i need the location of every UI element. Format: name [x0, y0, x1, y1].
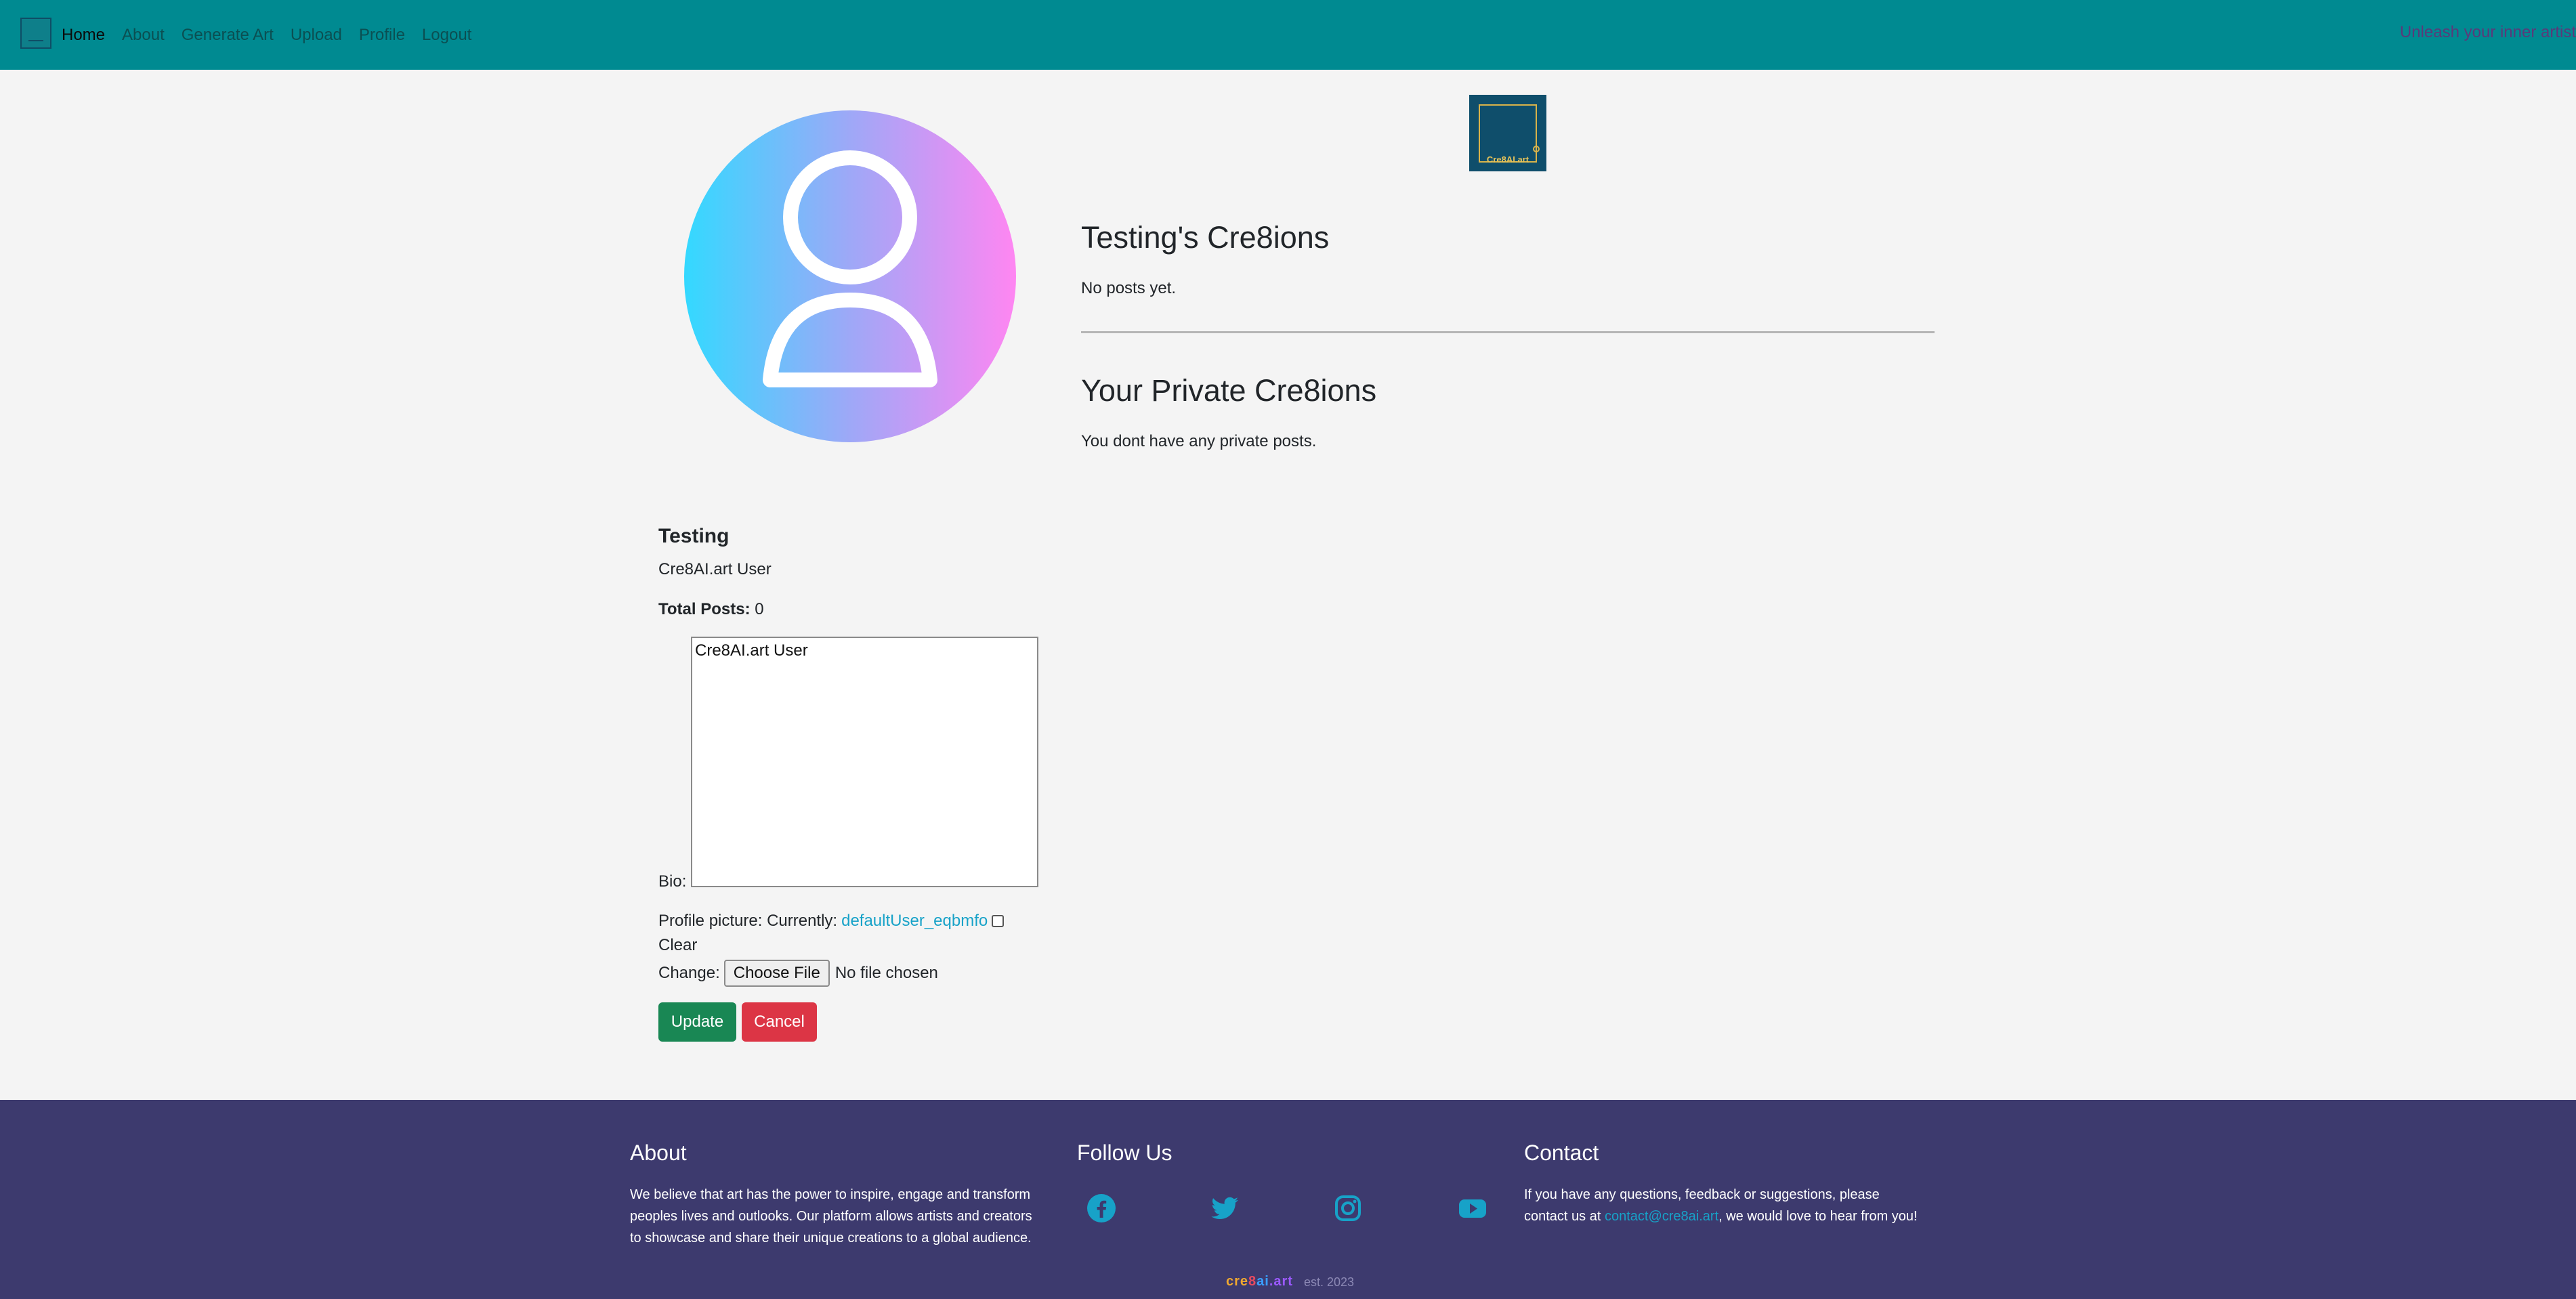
private-empty: You dont have any private posts.	[1081, 432, 1317, 450]
contact-email-link[interactable]: contact@cre8ai.art	[1605, 1209, 1718, 1224]
user-subtitle: Cre8AI.art User	[658, 560, 772, 578]
username: Testing	[658, 525, 730, 547]
profile-picture-link[interactable]: defaultUser_eqbmfo	[841, 912, 988, 931]
footer-about-text: We believe that art has the power to ins…	[630, 1184, 1032, 1249]
logo-dot-icon	[1533, 146, 1540, 152]
site-logo: Cre8AI.art	[1469, 95, 1546, 171]
update-button[interactable]: Update	[658, 1002, 736, 1042]
choose-file-button[interactable]: Choose File	[723, 960, 830, 987]
divider	[1081, 331, 1935, 333]
footer-brand-logo: cre8ai.art	[1226, 1274, 1293, 1290]
avatar	[684, 110, 1016, 442]
nav-links: Home About Generate Art Upload Profile L…	[62, 0, 471, 70]
cancel-button[interactable]: Cancel	[742, 1002, 817, 1042]
brand-part: 8	[1248, 1274, 1257, 1289]
footer-contact-line: contact us at contact@cre8ai.art, we wou…	[1524, 1206, 1918, 1227]
footer-follow-title: Follow Us	[1077, 1141, 1173, 1165]
total-posts-label: Total Posts:	[658, 600, 751, 618]
private-title: Your Private Cre8ions	[1081, 373, 1377, 408]
brand-part: .art	[1269, 1274, 1293, 1289]
contact-suffix: , we would love to hear from you!	[1718, 1209, 1918, 1224]
clear-label: Clear	[658, 936, 698, 954]
clear-checkbox[interactable]	[992, 915, 1005, 927]
brand-part: cre	[1226, 1274, 1249, 1289]
nav-link-profile[interactable]: Profile	[359, 26, 405, 45]
brand-part: ai	[1257, 1274, 1269, 1289]
posts-title: Testing's Cre8ions	[1081, 220, 1330, 255]
nav-link-logout[interactable]: Logout	[422, 26, 471, 45]
twitter-icon[interactable]	[1210, 1193, 1240, 1223]
navbar: Home About Generate Art Upload Profile L…	[0, 0, 2576, 70]
total-posts: Total Posts: 0	[658, 600, 764, 619]
youtube-icon[interactable]	[1458, 1193, 1487, 1223]
facebook-icon[interactable]	[1086, 1193, 1116, 1223]
footer-about-title: About	[630, 1141, 687, 1165]
instagram-icon[interactable]	[1333, 1193, 1363, 1223]
footer-about-line: to showcase and share their unique creat…	[630, 1231, 1032, 1245]
logo-text: Cre8AI.art	[1486, 154, 1529, 165]
footer-about-line: peoples lives and outlooks. Our platform…	[630, 1209, 1032, 1224]
posts-empty: No posts yet.	[1081, 279, 1177, 297]
file-status: No file chosen	[835, 964, 938, 982]
footer-contact-text: If you have any questions, feedback or s…	[1524, 1184, 1918, 1227]
bio-textarea[interactable]: Cre8AI.art User	[691, 637, 1038, 887]
profile-picture-row: Profile picture: Currently: defaultUser_…	[658, 912, 1005, 931]
contact-prefix: contact us at	[1524, 1209, 1605, 1224]
change-label: Change:	[658, 964, 720, 982]
bio-label: Bio:	[658, 872, 687, 891]
footer-est: est. 2023	[1304, 1275, 1355, 1289]
nav-link-home[interactable]: Home	[62, 26, 105, 45]
logo-icon[interactable]	[20, 18, 51, 49]
footer: About We believe that art has the power …	[0, 1100, 2576, 1299]
nav-link-about[interactable]: About	[122, 26, 165, 45]
profile-picture-label: Profile picture: Currently:	[658, 912, 838, 930]
change-row: Change: Choose File No file chosen	[658, 960, 938, 987]
nav-tagline: Unleash your inner artist	[2399, 23, 2576, 41]
nav-link-upload[interactable]: Upload	[291, 26, 342, 45]
footer-contact-title: Contact	[1524, 1141, 1599, 1165]
total-posts-value: 0	[755, 600, 764, 618]
footer-about-line: We believe that art has the power to ins…	[630, 1187, 1031, 1202]
nav-link-generate-art[interactable]: Generate Art	[182, 26, 274, 45]
footer-contact-line: If you have any questions, feedback or s…	[1524, 1187, 1880, 1202]
